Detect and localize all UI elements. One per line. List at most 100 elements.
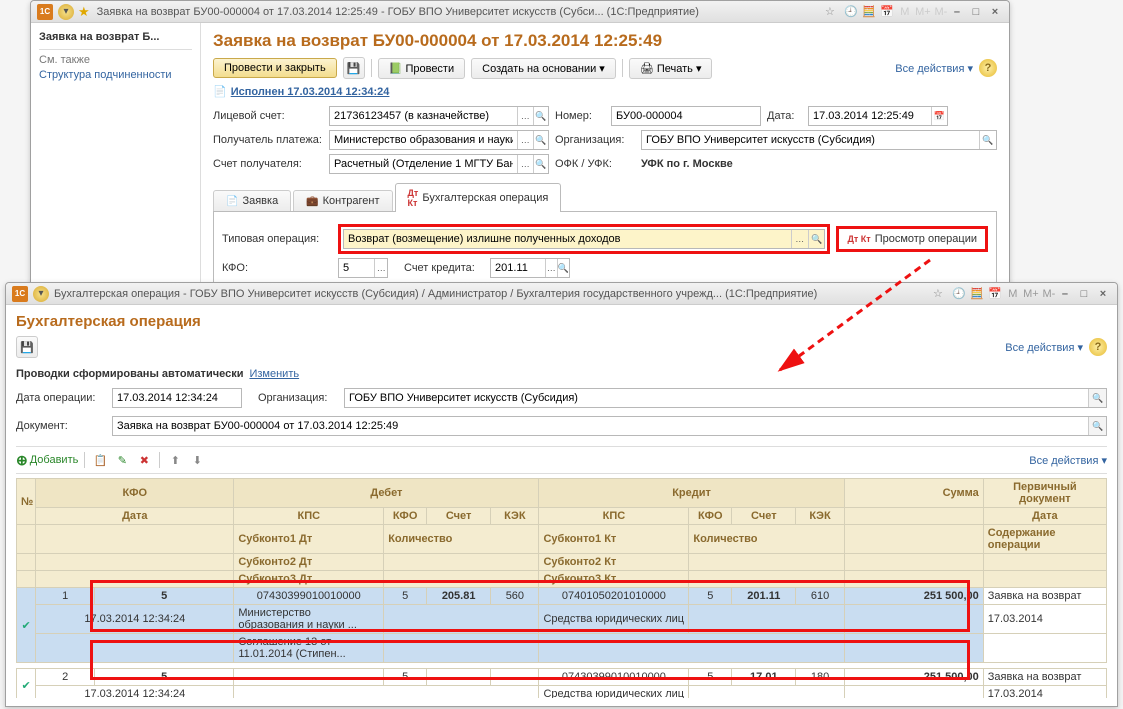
help-icon[interactable]: ? xyxy=(979,59,997,77)
ellipsis-icon[interactable]: … xyxy=(517,107,532,125)
print-button[interactable]: 🖨 Печать ▾ xyxy=(629,58,713,79)
dropdown-icon[interactable]: ▾ xyxy=(58,4,74,20)
rcpt-acc-input[interactable]: … 🔍 xyxy=(329,154,549,174)
ofk-label: ОФК / УФК: xyxy=(555,158,635,170)
m-minus-icon[interactable]: M- xyxy=(1041,286,1057,302)
move-up-icon[interactable]: ⬆ xyxy=(166,451,184,469)
m-icon[interactable]: M xyxy=(897,4,913,20)
post-button[interactable]: 📗 Провести xyxy=(378,58,465,79)
calc-icon[interactable]: 🧮 xyxy=(969,286,985,302)
search-icon[interactable]: 🔍 xyxy=(979,131,996,149)
table-row[interactable]: ✔ 1 5 07430399010010000 5 205.81 560 074… xyxy=(17,588,1107,605)
m-plus-icon[interactable]: M+ xyxy=(1023,286,1039,302)
close-button[interactable]: × xyxy=(1095,287,1111,301)
minimize-button[interactable]: – xyxy=(949,5,965,19)
ellipsis-icon[interactable]: … xyxy=(517,155,532,173)
favorite-icon[interactable]: ★ xyxy=(78,4,90,20)
col-prim: Первичный документ xyxy=(983,479,1106,508)
opdate-label: Дата операции: xyxy=(16,392,106,404)
maximize-button[interactable]: □ xyxy=(968,5,984,19)
history-icon[interactable]: 🕘 xyxy=(843,4,859,20)
account-input[interactable]: … 🔍 xyxy=(329,106,549,126)
search-icon[interactable]: 🔍 xyxy=(1088,389,1106,407)
help-icon[interactable]: ? xyxy=(1089,338,1107,356)
star-icon[interactable]: ☆ xyxy=(930,286,946,302)
titlebar[interactable]: 1C ▾ Бухгалтерская операция - ГОБУ ВПО У… xyxy=(6,283,1117,305)
maximize-button[interactable]: □ xyxy=(1076,287,1092,301)
dtkt-icon: ДтКт xyxy=(408,188,419,208)
save-icon[interactable]: 💾 xyxy=(16,336,38,358)
ellipsis-icon[interactable]: … xyxy=(517,131,532,149)
tab-accounting-op[interactable]: ДтКтБухгалтерская операция xyxy=(395,183,562,212)
tab-request[interactable]: 📄Заявка xyxy=(213,190,291,211)
all-actions-link[interactable]: Все действия ▾ xyxy=(895,62,973,75)
date-label: Дата: xyxy=(767,110,802,122)
page-title: Заявка на возврат БУ00-000004 от 17.03.2… xyxy=(213,31,997,51)
calendar-icon[interactable]: 📅 xyxy=(879,4,895,20)
view-operation-button[interactable]: Дт Кт Просмотр операции xyxy=(836,226,988,252)
doc-input[interactable]: 🔍 xyxy=(112,416,1107,436)
minimize-button[interactable]: – xyxy=(1057,287,1073,301)
ofk-value: УФК по г. Москве xyxy=(641,158,733,170)
calendar-picker-icon[interactable]: 📅 xyxy=(931,107,947,125)
close-button[interactable]: × xyxy=(987,5,1003,19)
edit-icon[interactable]: ✎ xyxy=(113,451,131,469)
save-icon[interactable]: 💾 xyxy=(343,57,365,79)
entries-grid[interactable]: № КФО Дебет Кредит Сумма Первичный докум… xyxy=(16,478,1107,698)
move-down-icon[interactable]: ⬇ xyxy=(188,451,206,469)
executed-icon: 📄 xyxy=(213,85,227,98)
m-plus-icon[interactable]: M+ xyxy=(915,4,931,20)
add-button[interactable]: ⊕Добавить xyxy=(16,452,78,469)
check-icon: ✔ xyxy=(22,680,31,692)
table-row[interactable]: ✔ 2 5 5 07430399010010000 5 17.01 180 25… xyxy=(17,669,1107,686)
dropdown-icon[interactable]: ▾ xyxy=(33,286,49,302)
history-icon[interactable]: 🕘 xyxy=(951,286,967,302)
sidebar: Заявка на возврат Б... См. также Структу… xyxy=(31,23,201,289)
calendar-icon[interactable]: 📅 xyxy=(987,286,1003,302)
subordination-link[interactable]: Структура подчиненности xyxy=(39,69,192,81)
change-link[interactable]: Изменить xyxy=(249,368,299,380)
search-icon[interactable]: 🔍 xyxy=(808,230,825,248)
search-icon[interactable]: 🔍 xyxy=(533,107,548,125)
opdate-input[interactable] xyxy=(112,388,242,408)
org-input[interactable]: 🔍 xyxy=(641,130,997,150)
titlebar[interactable]: 1C ▾ ★ Заявка на возврат БУ00-000004 от … xyxy=(31,1,1009,23)
tab-counterparty[interactable]: 💼Контрагент xyxy=(293,190,392,211)
kfo-input[interactable]: … xyxy=(338,258,388,278)
star-icon[interactable]: ☆ xyxy=(822,4,838,20)
payer-input[interactable]: … 🔍 xyxy=(329,130,549,150)
tabstrip: 📄Заявка 💼Контрагент ДтКтБухгалтерская оп… xyxy=(213,182,997,212)
window-accounting-operation: 1C ▾ Бухгалтерская операция - ГОБУ ВПО У… xyxy=(5,282,1118,707)
credit-acc-input[interactable]: … 🔍 xyxy=(490,258,570,278)
date-input[interactable]: 📅 xyxy=(808,106,948,126)
search-icon[interactable]: 🔍 xyxy=(533,131,548,149)
ellipsis-icon[interactable]: … xyxy=(374,259,387,277)
toolbar: Провести и закрыть 💾 📗 Провести Создать … xyxy=(213,57,997,79)
search-icon[interactable]: 🔍 xyxy=(533,155,548,173)
payer-label: Получатель платежа: xyxy=(213,134,323,146)
calc-icon[interactable]: 🧮 xyxy=(861,4,877,20)
number-label: Номер: xyxy=(555,110,605,122)
post-and-close-button[interactable]: Провести и закрыть xyxy=(213,58,337,78)
status-link[interactable]: Исполнен 17.03.2014 12:34:24 xyxy=(231,86,390,98)
type-op-input[interactable]: … 🔍 xyxy=(343,229,825,249)
copy-icon[interactable]: 📋 xyxy=(91,451,109,469)
org-input[interactable]: 🔍 xyxy=(344,388,1107,408)
tab-content: Типовая операция: … 🔍 Дт Кт Просмотр опе… xyxy=(213,212,997,289)
search-icon[interactable]: 🔍 xyxy=(557,259,569,277)
all-actions-link[interactable]: Все действия ▾ xyxy=(1005,341,1083,354)
m-minus-icon[interactable]: M- xyxy=(933,4,949,20)
number-input[interactable] xyxy=(611,106,761,126)
doc-icon: 📄 xyxy=(226,196,238,207)
search-icon[interactable]: 🔍 xyxy=(1088,417,1106,435)
ellipsis-icon[interactable]: … xyxy=(545,259,557,277)
account-label: Лицевой счет: xyxy=(213,110,323,122)
autogen-label: Проводки сформированы автоматически xyxy=(16,368,243,380)
delete-icon[interactable]: ✖ xyxy=(135,451,153,469)
sidebar-head: Заявка на возврат Б... xyxy=(39,31,192,43)
create-on-button[interactable]: Создать на основании ▾ xyxy=(471,58,616,79)
all-actions-grid[interactable]: Все действия ▾ xyxy=(1029,454,1107,467)
ellipsis-icon[interactable]: … xyxy=(791,230,808,248)
print-icon: 🖨 xyxy=(640,63,654,75)
m-icon[interactable]: M xyxy=(1005,286,1021,302)
